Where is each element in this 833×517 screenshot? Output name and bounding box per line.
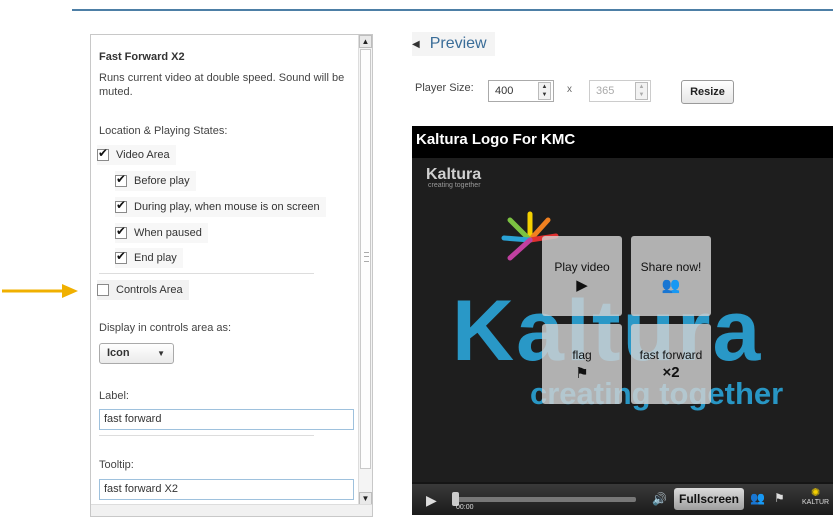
preview-header[interactable]: ◀ Preview: [412, 32, 495, 56]
location-label: Location & Playing States:: [99, 125, 228, 137]
grip-icon: [364, 252, 369, 262]
settings-content: Fast Forward X2 Runs current video at do…: [91, 35, 358, 505]
checkbox-box[interactable]: [115, 224, 127, 239]
fullscreen-button[interactable]: Fullscreen: [674, 488, 744, 510]
kaltura-logo: Kaltura creating together: [426, 166, 481, 189]
share-tile[interactable]: Share now! 👥: [631, 236, 711, 316]
scroll-thumb[interactable]: [360, 49, 371, 469]
size-separator: x: [567, 84, 572, 95]
scroll-up-icon[interactable]: ▲: [359, 35, 372, 48]
play-video-tile[interactable]: Play video ▶: [542, 236, 622, 316]
checkbox-controls-area[interactable]: Controls Area: [97, 280, 189, 300]
display-as-label: Display in controls area as:: [99, 322, 232, 334]
player-title: Kaltura Logo For KMC: [416, 131, 576, 148]
display-as-value: Icon: [107, 347, 130, 359]
chevron-down-icon: ▼: [157, 349, 165, 358]
checkbox-when-paused[interactable]: When paused: [115, 223, 208, 243]
settings-panel: Fast Forward X2 Runs current video at do…: [90, 34, 373, 517]
checkbox-label: Video Area: [116, 149, 170, 161]
stepper-arrows-icon[interactable]: ▲ ▼: [538, 82, 551, 100]
player-size-label: Player Size:: [415, 82, 474, 94]
horizontal-scrollbar[interactable]: [91, 504, 372, 516]
player-width-value: 400: [495, 85, 514, 97]
annotation-arrow-icon: [2, 284, 78, 298]
kaltura-logo-text: Kaltura: [426, 166, 482, 183]
player-height-value: 365: [596, 85, 615, 97]
stepper-arrows-icon: ▲ ▼: [635, 82, 648, 100]
tile-label: Share now!: [640, 260, 702, 274]
checkbox-before-play[interactable]: Before play: [115, 171, 196, 191]
video-player[interactable]: Kaltura Logo For KMC Kaltura creating to…: [412, 126, 833, 515]
scrubber-track[interactable]: [456, 497, 636, 502]
fast-forward-x2-label: ×2: [662, 364, 680, 381]
play-icon[interactable]: ▶: [426, 492, 437, 509]
kaltura-logo-sub: creating together: [428, 182, 481, 189]
checkbox-video-area[interactable]: Video Area: [97, 145, 176, 165]
vertical-scrollbar[interactable]: ▲ ▼: [358, 35, 372, 505]
checkbox-label: Before play: [134, 175, 190, 187]
top-divider: [72, 9, 833, 11]
collapse-left-icon[interactable]: ◀: [412, 39, 420, 50]
checkbox-box[interactable]: [97, 146, 109, 161]
tile-label: flag: [572, 348, 592, 362]
fast-forward-tile[interactable]: fast forward ×2: [631, 324, 711, 404]
checkbox-end-play[interactable]: End play: [115, 248, 183, 268]
volume-icon[interactable]: 🔊: [652, 492, 667, 506]
checkbox-during-play[interactable]: During play, when mouse is on screen: [115, 197, 326, 217]
player-height-stepper: 365 ▲ ▼: [589, 80, 651, 102]
people-icon: 👥: [661, 277, 681, 294]
kaltura-brand-icon[interactable]: ✺ KALTUR: [802, 486, 829, 506]
preview-title: Preview: [429, 35, 487, 52]
plugin-description: Runs current video at double speed. Soun…: [99, 72, 345, 98]
checkbox-label: During play, when mouse is on screen: [134, 201, 320, 213]
player-controls: ▶ 00:00 🔊 Fullscreen 👥 ⚑ ✺ KALTUR: [412, 484, 833, 515]
flag-tile[interactable]: flag ⚑: [542, 324, 622, 404]
label-input[interactable]: fast forward: [99, 409, 354, 430]
flag-icon[interactable]: ⚑: [774, 491, 785, 505]
play-icon: ▶: [576, 277, 588, 294]
tooltip-caption: Tooltip:: [99, 459, 134, 471]
player-width-stepper[interactable]: 400 ▲ ▼: [488, 80, 554, 102]
label-caption: Label:: [99, 390, 129, 402]
checkbox-label: Controls Area: [116, 284, 183, 296]
share-icon[interactable]: 👥: [750, 491, 765, 505]
tile-label: Play video: [554, 260, 610, 274]
tile-label: fast forward: [639, 348, 703, 362]
plugin-title: Fast Forward X2: [99, 51, 185, 63]
checkbox-box[interactable]: [115, 172, 127, 187]
tooltip-input[interactable]: fast forward X2: [99, 479, 354, 500]
checkbox-box[interactable]: [115, 198, 127, 213]
display-as-select[interactable]: Icon ▼: [99, 343, 174, 364]
flag-icon: ⚑: [575, 365, 589, 382]
checkbox-label: End play: [134, 252, 177, 264]
checkbox-box[interactable]: [97, 284, 109, 296]
brand-text: KALTUR: [802, 499, 830, 506]
separator: [99, 435, 314, 436]
separator: [99, 273, 314, 274]
checkbox-label: When paused: [134, 227, 202, 239]
resize-button[interactable]: Resize: [681, 80, 734, 104]
time-display: 00:00: [456, 504, 474, 511]
checkbox-box[interactable]: [115, 249, 127, 264]
